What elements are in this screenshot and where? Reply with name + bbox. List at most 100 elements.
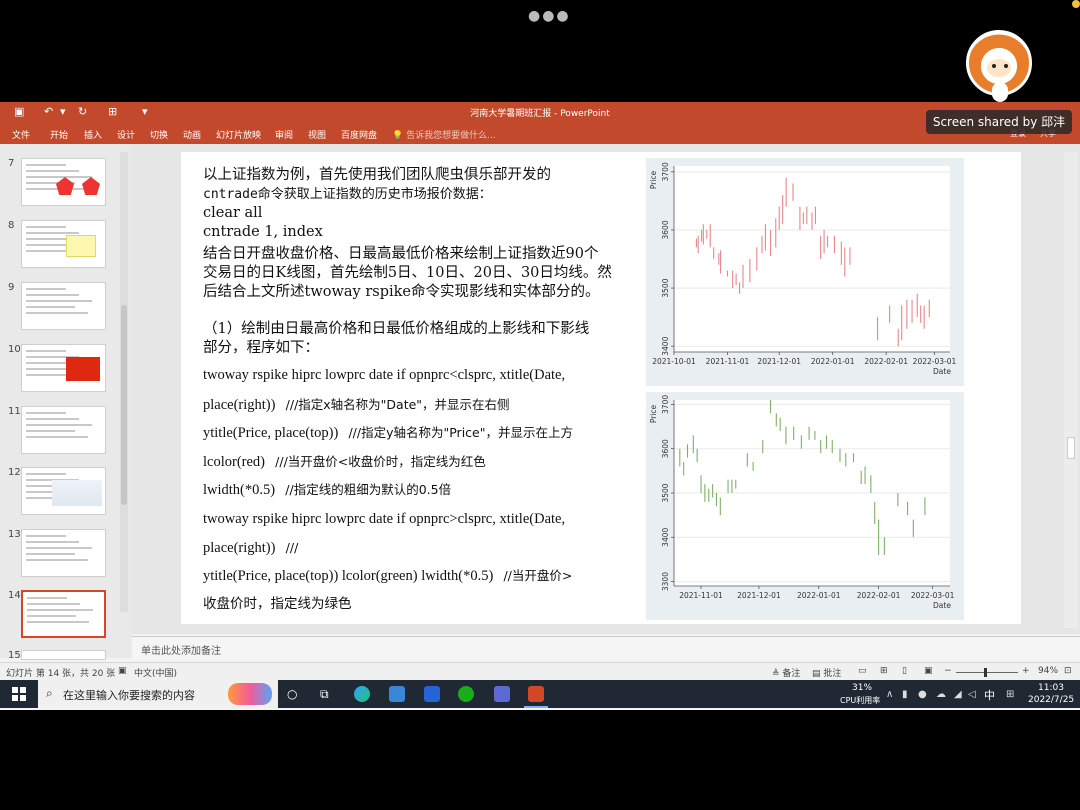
language-indicator[interactable]: 中文(中国) <box>134 666 177 679</box>
thumb-text-line <box>26 547 92 549</box>
x-axis-title: Date <box>933 601 951 610</box>
code-text: lwidth(*0.5) <box>203 482 276 498</box>
zoom-out-button[interactable]: − <box>944 666 952 676</box>
volume-icon[interactable]: ◁ <box>968 689 976 700</box>
step-line-1: （1）绘制由日最高价格和日最低价格组成的上影线和下影线 <box>203 321 590 337</box>
x-tick-label: 2022-02-01 <box>857 591 901 600</box>
slide-thumb-number: 12 <box>8 467 21 478</box>
tab-home[interactable]: 开始 <box>50 128 68 141</box>
slide-thumb-15[interactable] <box>21 650 106 660</box>
slide-sorter-icon[interactable]: ⊞ <box>880 666 888 676</box>
y-tick-label: 3600 <box>661 439 670 458</box>
code-text: twoway rspike hiprc lowprc date if opnpr… <box>203 511 566 527</box>
chart-green-svg: 3300 3400 3500 3600 3700 2021-11-01 2021-12-01… <box>649 395 955 610</box>
thumbnail-scroll-thumb[interactable] <box>121 305 127 505</box>
thumb-text-line <box>26 350 66 352</box>
tab-transitions[interactable]: 切换 <box>150 128 168 141</box>
zoom-in-button[interactable]: + <box>1022 666 1030 676</box>
y-tick-label: 3300 <box>661 572 670 591</box>
windows-start-icon[interactable] <box>12 687 26 701</box>
comments-toggle-label: 批注 <box>823 669 842 679</box>
code-comment: ///当开盘价<收盘价时，指定线为红色 <box>275 454 486 469</box>
keyboard-icon[interactable]: ⊞ <box>1006 689 1014 700</box>
current-slide[interactable]: 以上证指数为例，首先使用我们团队爬虫俱乐部开发的 cntrade命令获取上证指数… <box>181 152 1021 624</box>
title-bar: ▣ ↶ ▾ ↻ ⊞ ▾ 河南大学暑期班汇报 - PowerPoint <box>0 102 1080 124</box>
zoom-slider-knob[interactable] <box>984 668 987 677</box>
code-text: 收盘价时，指定线为绿色 <box>203 596 352 612</box>
spellcheck-icon[interactable]: ▣ <box>118 666 127 676</box>
network-icon[interactable]: ◢ <box>954 689 962 700</box>
slideshow-view-icon[interactable]: ▣ <box>924 666 933 676</box>
slide-scrollbar[interactable] <box>1064 152 1078 628</box>
app-icon[interactable] <box>424 686 440 702</box>
comments-toggle[interactable]: ▤ 批注 <box>812 666 841 679</box>
tell-me-search[interactable]: 💡 告诉我您想要做什么... <box>392 128 496 141</box>
active-app-indicator <box>524 706 548 708</box>
thumb-text-line <box>26 288 66 290</box>
avatar-eye <box>992 64 996 68</box>
zoom-level[interactable]: 94% <box>1038 666 1058 676</box>
tab-view[interactable]: 视图 <box>308 128 326 141</box>
y-tick-label: 3400 <box>661 336 670 355</box>
notes-pane[interactable]: 单击此处添加备注 <box>132 636 1080 660</box>
cmd-cntrade: cntrade 1, index <box>203 224 323 240</box>
slide-scroll-thumb[interactable] <box>1067 437 1075 459</box>
notes-toggle[interactable]: ≜ 备注 <box>772 666 800 679</box>
clock-time[interactable]: 11:03 <box>1038 683 1064 693</box>
tab-insert[interactable]: 插入 <box>84 128 102 141</box>
grid-app-icon[interactable] <box>494 686 510 702</box>
wechat-tray-icon[interactable]: ● <box>918 689 927 700</box>
multitask-dots[interactable]: ●●● <box>528 8 571 24</box>
tab-review[interactable]: 审阅 <box>275 128 293 141</box>
tab-animations[interactable]: 动画 <box>183 128 201 141</box>
normal-view-icon[interactable]: ▭ <box>858 666 867 676</box>
slide-thumb-9[interactable] <box>21 282 106 330</box>
zoom-slider[interactable] <box>956 672 1018 673</box>
thumb-text-line <box>26 176 92 178</box>
x-tick-label: 2022-03-01 <box>911 591 955 600</box>
status-bar: 幻灯片 第 14 张，共 20 张 ▣ 中文(中国) ≜ 备注 ▤ 批注 ▭ ⊞… <box>0 662 1080 680</box>
slide-counter: 幻灯片 第 14 张，共 20 张 <box>6 669 116 679</box>
task-view-icon[interactable]: ⧉ <box>320 687 329 702</box>
thumb-text-line <box>26 541 79 543</box>
code-text: lcolor(red) <box>203 454 265 470</box>
microphone-icon[interactable] <box>992 82 1008 102</box>
slide-thumb-11[interactable] <box>21 406 106 454</box>
tell-me-text: 告诉我您想要做什么... <box>406 131 496 141</box>
mail-icon[interactable] <box>389 686 405 702</box>
mic-tray-icon[interactable]: ▮ <box>902 689 908 700</box>
slide-thumb-13[interactable] <box>21 529 106 577</box>
screen-share-badge: Screen shared by 邱沣 <box>926 110 1072 134</box>
reading-view-icon[interactable]: ▯ <box>902 666 907 676</box>
slide-thumb-10[interactable] <box>21 344 106 392</box>
chart-red-spikes: 3400 3500 3600 3700 2021-10-01 2021-11-01 2021… <box>646 158 964 386</box>
chevron-up-icon[interactable]: ∧ <box>886 689 893 700</box>
fit-slide-icon[interactable]: ⊡ <box>1064 666 1072 676</box>
x-tick-label: 2022-01-01 <box>797 591 841 600</box>
slide-thumb-number: 14 <box>8 590 21 601</box>
tab-baidu[interactable]: 百度网盘 <box>341 128 377 141</box>
cortana-icon[interactable]: ○ <box>287 687 297 701</box>
code-line-5: lwidth(*0.5) //指定线的粗细为默认的0.5倍 <box>203 479 451 499</box>
tab-design[interactable]: 设计 <box>117 128 135 141</box>
tab-slideshow[interactable]: 幻灯片放映 <box>216 128 261 141</box>
powerpoint-icon[interactable] <box>528 686 544 702</box>
ime-indicator[interactable]: 中 <box>984 687 995 703</box>
step-line-2: 部分，程序如下： <box>203 340 319 356</box>
wechat-icon[interactable] <box>458 686 474 702</box>
thumb-text-line <box>26 294 79 296</box>
tab-file[interactable]: 文件 <box>12 128 30 141</box>
slide-thumb-14[interactable] <box>21 590 106 638</box>
y-axis-title: Price <box>649 404 658 423</box>
clock-date[interactable]: 2022/7/25 <box>1028 695 1074 705</box>
slide-thumb-8[interactable] <box>21 220 106 268</box>
cloud-icon[interactable]: ☁ <box>936 689 946 700</box>
slide-thumb-12[interactable] <box>21 467 106 515</box>
ribbon-tabs: 文件 开始 插入 设计 切换 动画 幻灯片放映 审阅 视图 百度网盘 💡 告诉我… <box>0 124 1080 144</box>
search-icon: ⌕ <box>46 686 53 700</box>
edge-icon[interactable] <box>354 686 370 702</box>
thumb-chart <box>52 480 102 506</box>
taskbar-search[interactable]: ⌕ 在这里输入你要搜索的内容 <box>38 680 278 708</box>
search-highlight-icon <box>228 683 272 705</box>
slide-thumb-7[interactable] <box>21 158 106 206</box>
